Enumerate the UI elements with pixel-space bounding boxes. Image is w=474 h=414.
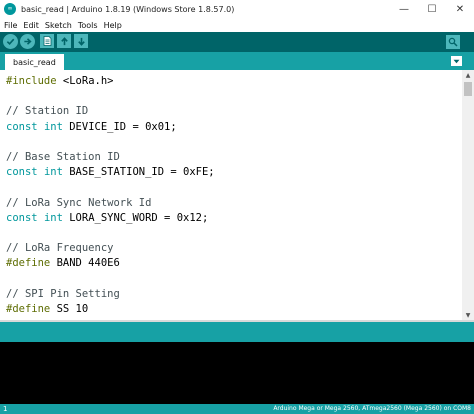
code-token: int — [43, 166, 63, 179]
scroll-thumb[interactable] — [464, 82, 472, 96]
menu-bar: File Edit Sketch Tools Help — [0, 18, 474, 32]
upload-button[interactable] — [20, 34, 35, 49]
code-token: // SPI Pin Setting — [6, 287, 120, 300]
menu-edit[interactable]: Edit — [23, 21, 39, 30]
code-token: BAND 440E6 — [56, 257, 120, 270]
tab-menu-button[interactable] — [451, 56, 462, 66]
code-token: const — [6, 211, 44, 224]
toolbar — [0, 32, 474, 52]
open-sketch-button[interactable] — [57, 34, 71, 48]
tab-bar: basic_read — [0, 52, 474, 70]
scroll-up-icon[interactable]: ▲ — [462, 70, 474, 80]
status-bar: 1 Arduino Mega or Mega 2560, ATmega2560 … — [0, 404, 474, 414]
code-line: // LoRa Frequency — [6, 241, 215, 256]
close-button[interactable]: ✕ — [446, 0, 474, 18]
code-line: // LoRa Sync Network Id — [6, 196, 215, 211]
code-token: #define — [6, 302, 57, 315]
title-bar: ∞ basic_read | Arduino 1.8.19 (Windows S… — [0, 0, 474, 18]
board-info: Arduino Mega or Mega 2560, ATmega2560 (M… — [273, 405, 471, 412]
tab-basic-read[interactable]: basic_read — [5, 54, 64, 70]
code-lines: #include <LoRa.h> // Station ID const int… — [6, 74, 215, 317]
code-line: const int LORA_SYNC_WORD = 0x12; — [6, 211, 215, 226]
code-token: DEVICE_ID = 0x01; — [62, 120, 177, 133]
minimize-button[interactable]: — — [390, 0, 418, 18]
magnifier-icon — [448, 37, 458, 47]
menu-help[interactable]: Help — [104, 21, 122, 30]
code-token: // Station ID — [6, 105, 89, 118]
console-output — [0, 342, 474, 404]
menu-sketch[interactable]: Sketch — [45, 21, 72, 30]
menu-file[interactable]: File — [4, 21, 17, 30]
code-token: // LoRa Sync Network Id — [6, 196, 152, 209]
code-line: const int DEVICE_ID = 0x01; — [6, 120, 215, 135]
editor-scrollbar[interactable]: ▲ ▼ — [462, 70, 474, 320]
checkmark-icon — [6, 38, 15, 46]
arrow-down-icon — [77, 37, 85, 46]
code-token: int — [43, 120, 63, 133]
chevron-down-icon — [453, 59, 460, 63]
arrow-up-icon — [60, 36, 68, 45]
code-line: // Base Station ID — [6, 150, 215, 165]
maximize-button[interactable]: ☐ — [418, 0, 446, 18]
code-token: LORA_SYNC_WORD = 0x12; — [62, 211, 209, 224]
verify-button[interactable] — [3, 34, 18, 49]
save-sketch-button[interactable] — [74, 34, 88, 48]
code-token: #define — [6, 257, 57, 270]
code-token: const — [6, 120, 44, 133]
code-token: // LoRa Frequency — [6, 242, 114, 255]
code-token: // Base Station ID — [6, 150, 120, 163]
line-number: 1 — [3, 405, 8, 413]
code-line: #define SS 10 — [6, 302, 215, 317]
code-token: const — [6, 166, 44, 179]
arduino-logo-icon: ∞ — [4, 3, 16, 15]
scroll-down-icon[interactable]: ▼ — [462, 310, 474, 320]
code-line: // Station ID — [6, 104, 215, 119]
window-title: basic_read | Arduino 1.8.19 (Windows Sto… — [21, 4, 235, 14]
code-line: // SPI Pin Setting — [6, 287, 215, 302]
code-token: int — [43, 211, 63, 224]
new-sketch-button[interactable] — [40, 34, 54, 48]
code-line: const int BASE_STATION_ID = 0xFE; — [6, 165, 215, 180]
window-controls: — ☐ ✕ — [390, 0, 474, 18]
new-file-icon — [43, 36, 51, 46]
code-token: <LoRa.h> — [62, 75, 114, 87]
code-editor[interactable]: #include <LoRa.h> // Station ID const int… — [0, 70, 462, 320]
serial-monitor-button[interactable] — [446, 35, 460, 49]
arrow-right-icon — [24, 38, 32, 45]
code-line: #include <LoRa.h> — [6, 74, 215, 89]
menu-tools[interactable]: Tools — [78, 21, 98, 30]
message-area — [0, 322, 474, 342]
code-token: #include — [6, 75, 63, 87]
code-line: #define BAND 440E6 — [6, 256, 215, 271]
code-token: SS 10 — [56, 302, 89, 315]
code-token: BASE_STATION_ID = 0xFE; — [62, 166, 215, 179]
